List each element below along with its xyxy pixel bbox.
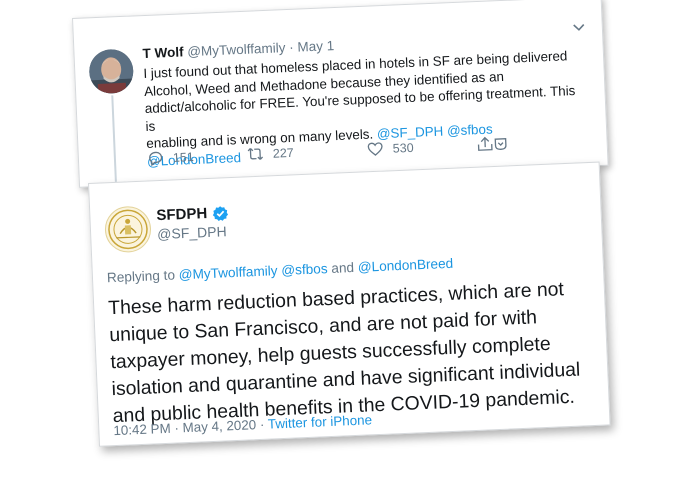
main-tweet-card[interactable]: SFDPH @SF_DPH Replying to @MyTwolffamily… bbox=[88, 161, 611, 447]
quoted-tweet-card[interactable]: T Wolf @MyTwolffamily · May 1 I just fou… bbox=[72, 0, 609, 216]
share-icon bbox=[477, 136, 507, 151]
replying-to-line: Replying to @MyTwolffamily @sfbos and @L… bbox=[107, 256, 454, 285]
main-tweet-text: These harm reduction based practices, wh… bbox=[108, 275, 603, 430]
like-action[interactable]: 530 bbox=[366, 139, 414, 158]
retweet-icon bbox=[247, 147, 264, 160]
mention-link[interactable]: @MyTwolffamily bbox=[178, 263, 277, 282]
reply-count: 151 bbox=[172, 149, 195, 165]
author-handle[interactable]: @MyTwolffamily bbox=[187, 40, 286, 59]
retweet-count: 227 bbox=[272, 145, 294, 161]
reply-action[interactable]: 151 bbox=[147, 148, 195, 167]
verified-icon bbox=[212, 205, 228, 221]
replying-prefix: Replying to bbox=[106, 267, 176, 286]
tweet-source-link[interactable]: Twitter for iPhone bbox=[268, 412, 373, 431]
separator-dot: · bbox=[259, 416, 265, 433]
avatar[interactable] bbox=[88, 48, 135, 95]
like-count: 530 bbox=[392, 140, 414, 156]
share-action[interactable] bbox=[476, 135, 509, 153]
separator-dot: · bbox=[288, 39, 294, 55]
mention-link[interactable]: @sfbos bbox=[281, 261, 328, 278]
chevron-down-icon[interactable] bbox=[572, 19, 587, 34]
mention-link[interactable]: @LondonBreed bbox=[357, 256, 453, 275]
author-handle[interactable]: @SF_DPH bbox=[157, 223, 227, 242]
tweet-date[interactable]: May 1 bbox=[297, 38, 334, 55]
author-name[interactable]: T Wolf bbox=[142, 44, 184, 61]
retweet-action[interactable]: 227 bbox=[247, 144, 295, 163]
author-name[interactable]: SFDPH bbox=[156, 205, 208, 224]
reply-icon bbox=[149, 151, 163, 167]
author-row: SFDPH bbox=[156, 204, 228, 224]
seal-avatar[interactable] bbox=[104, 205, 152, 254]
like-icon bbox=[367, 142, 383, 156]
replying-and: and bbox=[331, 259, 355, 276]
